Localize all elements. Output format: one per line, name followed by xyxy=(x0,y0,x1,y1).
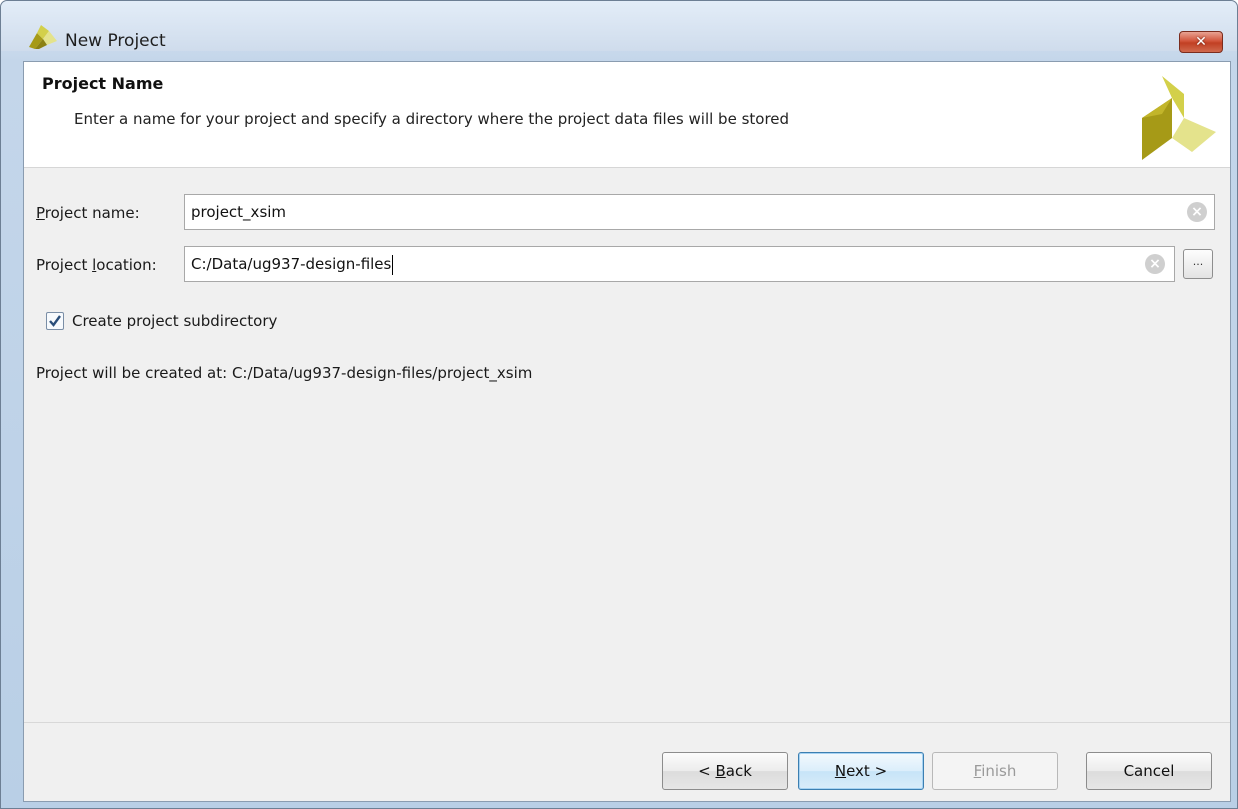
created-at-text: Project will be created at: C:/Data/ug93… xyxy=(36,364,533,382)
page-description: Enter a name for your project and specif… xyxy=(74,110,790,128)
wizard-header: Project Name Enter a name for your proje… xyxy=(24,62,1230,168)
xilinx-logo-icon xyxy=(1142,76,1216,160)
cancel-button[interactable]: Cancel xyxy=(1086,752,1212,790)
back-button[interactable]: < Back xyxy=(662,752,788,790)
project-name-value: project_xsim xyxy=(191,203,287,221)
title-bar[interactable]: New Project ✕ xyxy=(1,1,1237,53)
project-location-value: C:/Data/ug937-design-files xyxy=(191,255,392,273)
footer-divider xyxy=(24,722,1230,723)
project-location-label: Project location: xyxy=(36,256,157,274)
dialog-body: Project Name Enter a name for your proje… xyxy=(23,61,1231,802)
close-icon: ✕ xyxy=(1195,34,1207,50)
project-name-label: Project name: xyxy=(36,204,140,222)
finish-button: Finish xyxy=(932,752,1058,790)
window-title: New Project xyxy=(65,31,166,51)
clear-icon[interactable]: × xyxy=(1187,202,1207,222)
browse-icon: ... xyxy=(1192,255,1204,268)
app-logo-icon xyxy=(29,25,57,49)
clear-icon[interactable]: × xyxy=(1145,254,1165,274)
project-name-field[interactable]: project_xsim xyxy=(184,194,1215,230)
next-button[interactable]: Next > xyxy=(798,752,924,790)
text-cursor xyxy=(392,254,394,275)
checkmark-icon xyxy=(49,315,61,327)
browse-button[interactable]: ... xyxy=(1183,249,1213,279)
close-button[interactable]: ✕ xyxy=(1179,31,1223,53)
new-project-window: New Project ✕ Project Name Enter a name … xyxy=(0,0,1238,809)
project-location-field[interactable]: C:/Data/ug937-design-files xyxy=(184,246,1175,282)
create-subdirectory-checkbox[interactable] xyxy=(46,312,64,330)
page-title: Project Name xyxy=(42,74,164,93)
create-subdirectory-label[interactable]: Create project subdirectory xyxy=(72,312,277,330)
